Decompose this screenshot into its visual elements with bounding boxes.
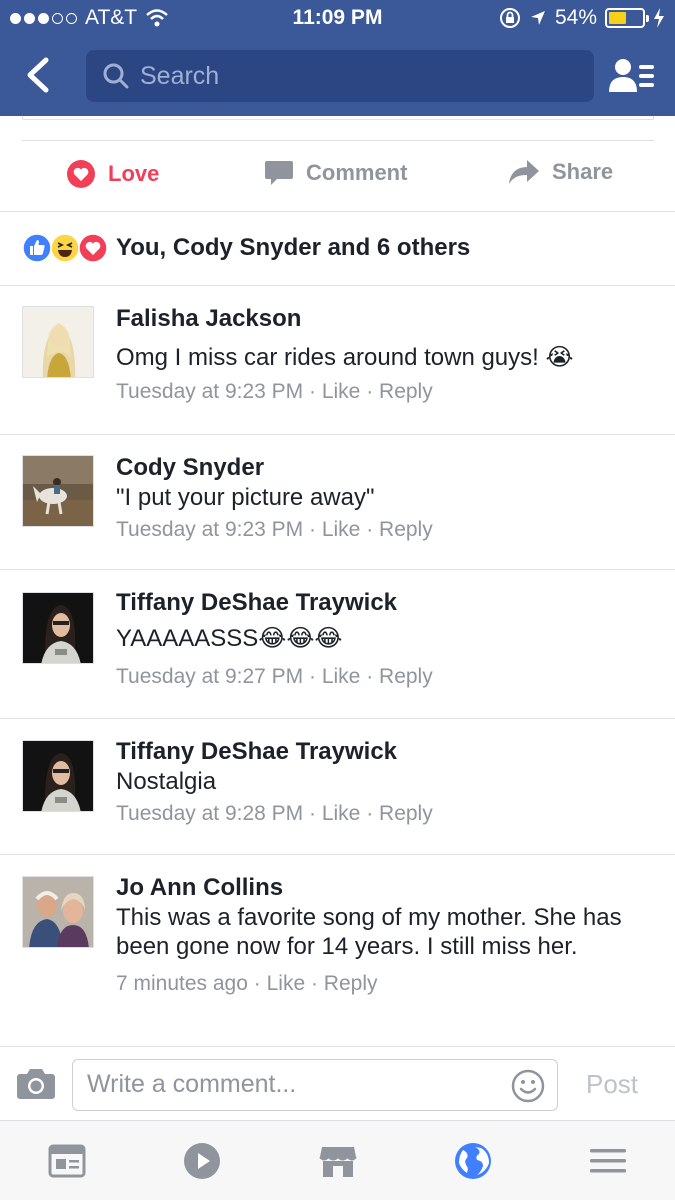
comment-reply-link[interactable]: Reply (324, 972, 378, 995)
comment-like-link[interactable]: Like (322, 518, 361, 541)
comment-like-link[interactable]: Like (322, 802, 361, 825)
comment-reply-link[interactable]: Reply (379, 380, 433, 403)
comment-text: Omg I miss car rides around town guys! 😭 (116, 344, 574, 371)
comment-button[interactable]: Comment (264, 159, 675, 187)
like-reaction-icon (22, 233, 52, 263)
haha-reaction-icon (50, 233, 80, 263)
post-action-bar: Love Comment Share (0, 141, 675, 211)
share-button[interactable]: Share (508, 159, 613, 185)
profile-photo-image (23, 741, 93, 811)
comment-body: Jo Ann Collins This was a favorite song … (116, 873, 636, 998)
battery-percent: 54% (554, 6, 597, 29)
comment-reply-link[interactable]: Reply (379, 802, 433, 825)
location-arrow-icon (530, 11, 545, 25)
comment-input[interactable] (87, 1070, 507, 1099)
comment-meta: Tuesday at 9:23 PM · Like · Reply (116, 518, 433, 541)
marketplace-icon[interactable] (318, 1141, 358, 1181)
emoji-smiley-icon[interactable] (511, 1069, 545, 1103)
comment-author[interactable]: Jo Ann Collins (116, 873, 636, 903)
status-right: 54% (499, 6, 665, 30)
comment-text: Nostalgia (116, 768, 217, 795)
comment-text: This was a favorite song of my mother. S… (116, 904, 622, 960)
comment-meta: 7 minutes ago · Like · Reply (116, 972, 378, 995)
avatar[interactable] (22, 306, 94, 378)
comment-like-link[interactable]: Like (322, 380, 361, 403)
avatar[interactable] (22, 876, 94, 948)
comment-meta: Tuesday at 9:27 PM · Like · Reply (116, 665, 433, 688)
comment-timestamp[interactable]: Tuesday at 9:27 PM (116, 665, 303, 688)
comment-timestamp[interactable]: Tuesday at 9:28 PM (116, 802, 303, 825)
comment-like-link[interactable]: Like (267, 972, 306, 995)
back-chevron-icon[interactable] (22, 52, 58, 98)
charging-bolt-icon (654, 8, 664, 28)
avatar[interactable] (22, 592, 94, 664)
comment-reply-link[interactable]: Reply (379, 518, 433, 541)
comment-timestamp[interactable]: Tuesday at 9:23 PM (116, 518, 303, 541)
comment-text: YAAAAASSS😂😂😂 (116, 625, 343, 652)
battery-icon (605, 8, 649, 28)
comment-timestamp[interactable]: Tuesday at 9:23 PM (116, 380, 303, 403)
comment-meta: Tuesday at 9:23 PM · Like · Reply (116, 380, 433, 403)
comment-author[interactable]: Falisha Jackson (116, 304, 636, 334)
love-reaction-icon (78, 233, 108, 263)
comment-bubble-icon (265, 161, 293, 185)
comment-item: Tiffany DeShae Traywick Nostalgia Tuesda… (0, 719, 675, 854)
comment-composer: Post (0, 1046, 675, 1120)
comment-item: Tiffany DeShae Traywick YAAAAASSS😂😂😂 Tue… (0, 570, 675, 718)
comment-item: Cody Snyder "I put your picture away" Tu… (0, 435, 675, 569)
profile-photo-image (23, 307, 93, 377)
search-icon (103, 63, 129, 89)
comment-timestamp[interactable]: 7 minutes ago (116, 972, 248, 995)
search-bar[interactable] (86, 50, 594, 102)
comment-like-link[interactable]: Like (322, 665, 361, 688)
bottom-tab-bar (0, 1120, 675, 1200)
comment-meta: Tuesday at 9:28 PM · Like · Reply (116, 802, 433, 825)
love-label: Love (108, 161, 160, 186)
post-card-bottom-edge (22, 116, 654, 120)
friends-list-icon[interactable] (608, 56, 656, 96)
divider (0, 211, 675, 212)
status-bar: AT&T 11:09 PM 54% (0, 0, 675, 38)
share-arrow-icon (509, 160, 539, 184)
comment-reply-link[interactable]: Reply (379, 665, 433, 688)
menu-icon[interactable] (588, 1141, 628, 1181)
reactions-summary-text: You, Cody Snyder and 6 others (116, 234, 471, 261)
comment-body: Falisha Jackson Omg I miss car rides aro… (116, 304, 636, 406)
comment-author[interactable]: Tiffany DeShae Traywick (116, 588, 636, 618)
comment-item: Falisha Jackson Omg I miss car rides aro… (0, 286, 675, 434)
comment-body: Tiffany DeShae Traywick Nostalgia Tuesda… (116, 737, 636, 828)
avatar[interactable] (22, 740, 94, 812)
camera-icon[interactable] (16, 1065, 56, 1101)
love-reaction-icon (67, 160, 95, 188)
avatar[interactable] (22, 455, 94, 527)
video-icon[interactable] (182, 1141, 222, 1181)
comment-label: Comment (306, 160, 408, 185)
comment-item: Jo Ann Collins This was a favorite song … (0, 855, 675, 1045)
comment-body: Tiffany DeShae Traywick YAAAAASSS😂😂😂 Tue… (116, 588, 636, 691)
top-navigation-bar: AT&T 11:09 PM 54% (0, 0, 675, 116)
news-feed-icon[interactable] (47, 1141, 87, 1181)
search-input[interactable] (140, 61, 580, 91)
comment-author[interactable]: Tiffany DeShae Traywick (116, 737, 636, 767)
profile-photo-image (23, 456, 93, 526)
share-label: Share (552, 159, 614, 184)
reaction-icons (22, 233, 108, 263)
comment-author[interactable]: Cody Snyder (116, 453, 636, 483)
notifications-globe-icon[interactable] (453, 1141, 493, 1181)
comment-input-box[interactable] (72, 1059, 558, 1111)
love-button[interactable]: Love (66, 159, 159, 189)
profile-photo-image (23, 593, 93, 663)
profile-photo-image (23, 877, 93, 947)
comment-text: "I put your picture away" (116, 484, 375, 511)
post-button[interactable]: Post (586, 1069, 638, 1100)
reactions-summary[interactable]: You, Cody Snyder and 6 others (22, 228, 470, 268)
comment-body: Cody Snyder "I put your picture away" Tu… (116, 453, 636, 544)
orientation-lock-icon (499, 8, 520, 28)
